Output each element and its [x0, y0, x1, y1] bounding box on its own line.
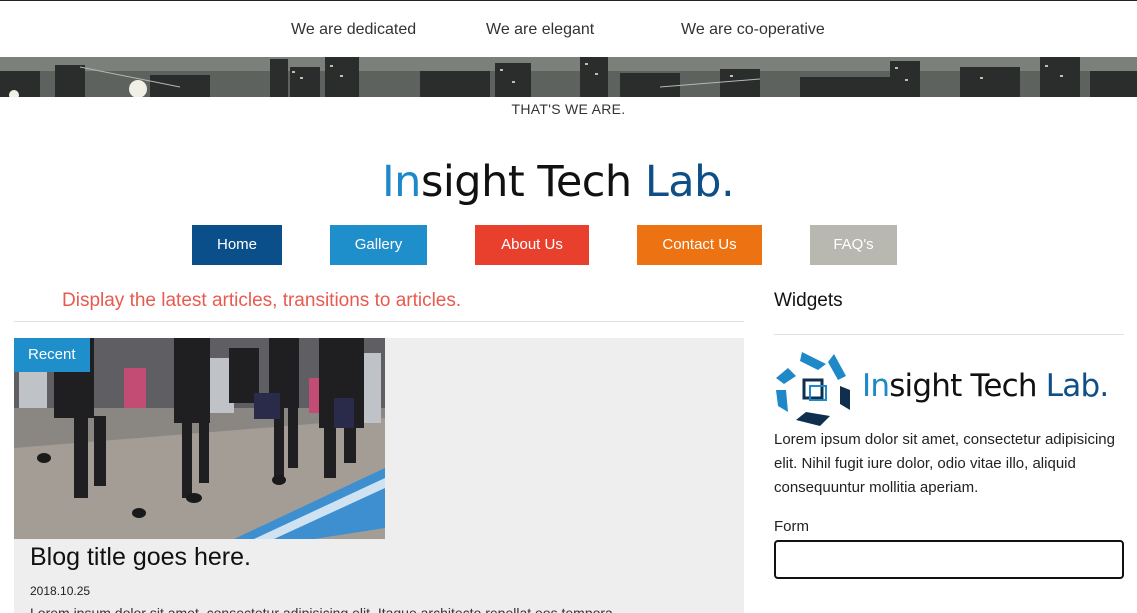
- tagline-dedicated: We are dedicated: [291, 21, 417, 38]
- subtitle: THAT'S WE ARE.: [511, 101, 626, 117]
- widgets-title: Widgets: [774, 290, 843, 311]
- widget-description: Lorem ipsum dolor sit amet, consectetur …: [774, 431, 1115, 496]
- tagline-elegant: We are elegant: [486, 21, 595, 38]
- nav-gallery-button[interactable]: Gallery: [330, 225, 427, 265]
- recent-badge: Recent: [14, 338, 90, 372]
- nav-faq-button[interactable]: FAQ's: [810, 225, 897, 265]
- article-card[interactable]: Recent Blog title goes here. 2018.10.25 …: [14, 338, 744, 613]
- widget-logo-part-3: Lab.: [1045, 368, 1109, 404]
- widgets-divider: [774, 334, 1124, 335]
- nav-home-button[interactable]: Home: [192, 225, 282, 265]
- tagline-bar: We are dedicated We are elegant We are c…: [0, 1, 1137, 57]
- nav-about-us-button[interactable]: About Us: [475, 225, 589, 265]
- article-date: 2018.10.25: [30, 584, 91, 598]
- hexagon-logo-icon: [776, 352, 850, 426]
- form-label: Form: [774, 518, 809, 535]
- brand-logo-part-1: In: [382, 157, 421, 207]
- widget-logo-part-2: sight Tech: [889, 368, 1046, 404]
- articles-heading: Display the latest articles, transitions…: [62, 290, 462, 311]
- city-skyline-banner: [0, 57, 1137, 97]
- brand-logo[interactable]: Insight Tech Lab.: [382, 152, 762, 212]
- widget-logo-part-1: In: [862, 368, 890, 404]
- article-title[interactable]: Blog title goes here.: [30, 543, 251, 572]
- form-text-input[interactable]: [774, 540, 1124, 579]
- widget-brand-logo[interactable]: Insight Tech Lab.: [774, 350, 1126, 428]
- article-photo[interactable]: Recent: [14, 338, 385, 539]
- article-excerpt: Lorem ipsum dolor sit amet, consectetur …: [30, 605, 613, 613]
- brand-logo-part-2: sight Tech: [420, 157, 645, 207]
- articles-divider: [14, 321, 744, 322]
- nav-contact-us-button[interactable]: Contact Us: [637, 225, 762, 265]
- brand-logo-part-3: Lab.: [644, 157, 735, 207]
- tagline-cooperative: We are co-operative: [681, 21, 825, 38]
